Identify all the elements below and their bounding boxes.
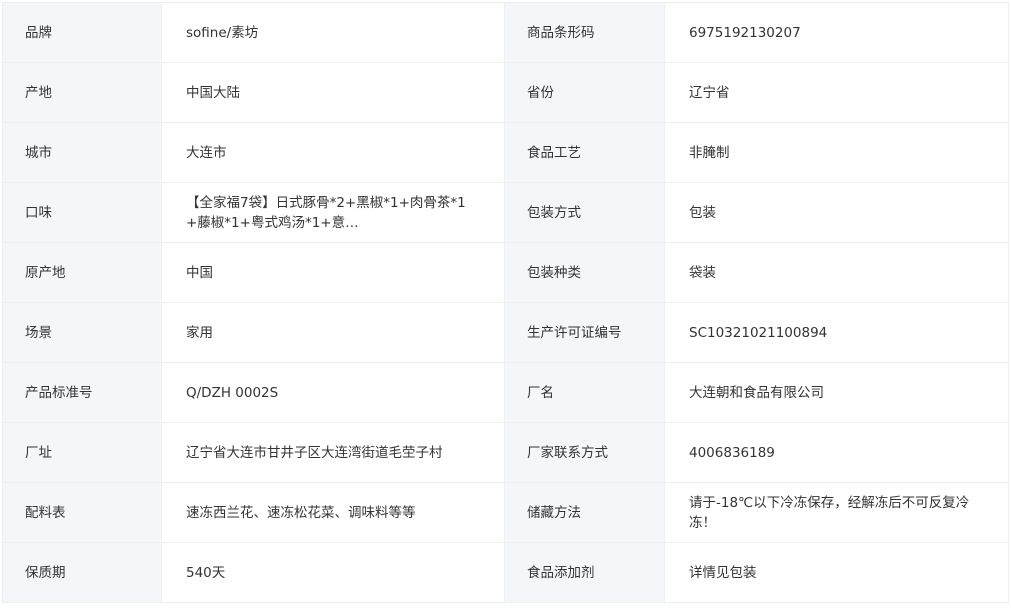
spec-row-origin: 产地 中国大陆 省份 辽宁省: [2, 62, 1009, 123]
spec-value-text: sofine/素坊: [186, 24, 259, 41]
spec-value: SC10321021100894: [664, 302, 1009, 363]
spec-label: 省份: [504, 62, 665, 123]
product-spec-table: 品牌 sofine/素坊 商品条形码 6975192130207 产地 中国大陆…: [2, 2, 1009, 603]
spec-value: Q/DZH 0002S: [161, 362, 505, 423]
spec-label: 商品条形码: [504, 2, 665, 63]
spec-value-text: 540天: [186, 564, 226, 581]
spec-value-text: SC10321021100894: [689, 324, 828, 341]
spec-value-text: 4006836189: [689, 444, 775, 461]
spec-label: 产品标准号: [2, 362, 162, 423]
spec-value-text: 包装: [689, 204, 716, 221]
spec-row-shelf-life: 保质期 540天 食品添加剂 详情见包装: [2, 542, 1009, 603]
spec-value: 速冻西兰花、速冻松花菜、调味料等等: [161, 482, 505, 543]
spec-value-text: 大连市: [186, 144, 227, 161]
spec-label: 食品添加剂: [504, 542, 665, 603]
spec-value-text: 6975192130207: [689, 24, 801, 41]
spec-value: 请于-18℃以下冷冻保存，经解冻后不可反复冷冻！: [664, 482, 1009, 543]
spec-value-text: 【全家福7袋】日式豚骨*2+黑椒*1+肉骨茶*1+藤椒*1+粤式鸡汤*1+意…: [186, 194, 466, 231]
spec-value-text: 辽宁省: [689, 84, 730, 101]
spec-row-place-of-origin: 原产地 中国 包装种类 袋装: [2, 242, 1009, 303]
spec-value: 非腌制: [664, 122, 1009, 183]
spec-label: 厂名: [504, 362, 665, 423]
spec-value-text: 袋装: [689, 264, 716, 281]
spec-value: 中国: [161, 242, 505, 303]
spec-value-text: 大连朝和食品有限公司: [689, 384, 824, 401]
spec-row-flavor: 口味 【全家福7袋】日式豚骨*2+黑椒*1+肉骨茶*1+藤椒*1+粤式鸡汤*1+…: [2, 182, 1009, 243]
spec-label: 口味: [2, 182, 162, 243]
spec-label: 生产许可证编号: [504, 302, 665, 363]
spec-value-text: 速冻西兰花、速冻松花菜、调味料等等: [186, 504, 416, 521]
spec-value: 中国大陆: [161, 62, 505, 123]
spec-label: 场景: [2, 302, 162, 363]
spec-value: 包装: [664, 182, 1009, 243]
spec-label: 产地: [2, 62, 162, 123]
spec-value: sofine/素坊: [161, 2, 505, 63]
spec-label: 食品工艺: [504, 122, 665, 183]
spec-value: 【全家福7袋】日式豚骨*2+黑椒*1+肉骨茶*1+藤椒*1+粤式鸡汤*1+意…: [161, 182, 505, 243]
spec-label: 包装种类: [504, 242, 665, 303]
spec-label: 储藏方法: [504, 482, 665, 543]
spec-value-text: Q/DZH 0002S: [186, 384, 279, 401]
spec-value: 家用: [161, 302, 505, 363]
spec-row-standard: 产品标准号 Q/DZH 0002S 厂名 大连朝和食品有限公司: [2, 362, 1009, 423]
spec-value: 袋装: [664, 242, 1009, 303]
spec-row-city: 城市 大连市 食品工艺 非腌制: [2, 122, 1009, 183]
spec-label: 城市: [2, 122, 162, 183]
spec-value-text: 请于-18℃以下冷冻保存，经解冻后不可反复冷冻！: [689, 494, 970, 531]
spec-label: 原产地: [2, 242, 162, 303]
spec-value-text: 非腌制: [689, 144, 730, 161]
spec-value: 540天: [161, 542, 505, 603]
spec-label: 配料表: [2, 482, 162, 543]
spec-row-brand: 品牌 sofine/素坊 商品条形码 6975192130207: [2, 2, 1009, 63]
spec-value-text: 中国大陆: [186, 84, 240, 101]
spec-label: 厂家联系方式: [504, 422, 665, 483]
spec-row-address: 厂址 辽宁省大连市甘井子区大连湾街道毛茔子村 厂家联系方式 4006836189: [2, 422, 1009, 483]
spec-value: 大连朝和食品有限公司: [664, 362, 1009, 423]
spec-value: 辽宁省大连市甘井子区大连湾街道毛茔子村: [161, 422, 505, 483]
spec-value-text: 家用: [186, 324, 213, 341]
spec-label: 厂址: [2, 422, 162, 483]
spec-value: 4006836189: [664, 422, 1009, 483]
spec-row-ingredients: 配料表 速冻西兰花、速冻松花菜、调味料等等 储藏方法 请于-18℃以下冷冻保存，…: [2, 482, 1009, 543]
spec-row-scene: 场景 家用 生产许可证编号 SC10321021100894: [2, 302, 1009, 363]
spec-label: 保质期: [2, 542, 162, 603]
spec-value-text: 中国: [186, 264, 213, 281]
spec-label: 品牌: [2, 2, 162, 63]
spec-value: 辽宁省: [664, 62, 1009, 123]
spec-value: 大连市: [161, 122, 505, 183]
spec-value: 6975192130207: [664, 2, 1009, 63]
spec-value-text: 辽宁省大连市甘井子区大连湾街道毛茔子村: [186, 444, 443, 461]
spec-value-text: 详情见包装: [689, 564, 757, 581]
spec-value: 详情见包装: [664, 542, 1009, 603]
spec-label: 包装方式: [504, 182, 665, 243]
